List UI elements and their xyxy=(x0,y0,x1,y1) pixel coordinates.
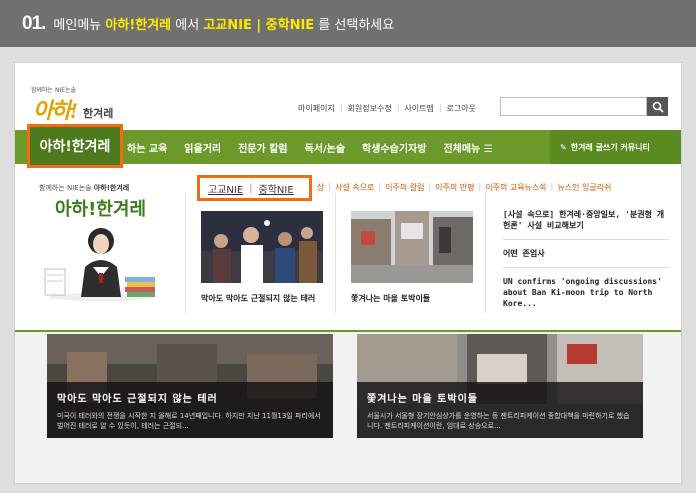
instruction-suffix: 를 선택하세요 xyxy=(314,18,395,33)
nav-item-essay[interactable]: 독서/논술 xyxy=(305,140,345,155)
community-button[interactable]: ✎ 한겨레 글쓰기 커뮤니티 xyxy=(550,130,681,164)
site-logo[interactable]: 함께하는 NIE논술 아하! 한겨레 xyxy=(31,85,141,125)
feature-description: 서울시가 서울형 장기안심상가를 운영하는 등 젠트리피케이션 종합대책을 마련… xyxy=(367,412,630,430)
main-nav: 아하!한겨레 하는 교육 읽을거리 전문가 칼럼 독서/논술 학생수습기자방 전… xyxy=(15,124,681,168)
headline-item[interactable]: 어떤 존엄사 xyxy=(503,248,669,268)
community-label: 한겨레 글쓰기 커뮤니티 xyxy=(570,142,650,152)
nav-item-column[interactable]: 전문가 칼럼 xyxy=(238,140,287,155)
feature-title: 쫓겨나는 마을 토박이들 xyxy=(367,394,478,405)
feature-overlay: 막아도 막아도 근절되지 않는 테러 미국이 테러와의 전쟁을 시작한 지 올해… xyxy=(47,382,333,438)
instruction-mid: 에서 xyxy=(171,18,204,33)
feature-card[interactable]: 막아도 막아도 근절되지 않는 테러 미국이 테러와의 전쟁을 시작한 지 올해… xyxy=(47,334,333,438)
step-number: 01. xyxy=(22,12,46,34)
feature-card[interactable]: 쫓겨나는 마을 토박이들 서울시가 서울형 장기안심상가를 운영하는 등 젠트리… xyxy=(357,334,643,438)
promo-title: 아하!한겨레 xyxy=(55,199,147,220)
search-bar xyxy=(500,97,668,116)
tab-partial[interactable]: 상 xyxy=(317,182,324,193)
highlight-box: 고교NIE | 중학NIE xyxy=(197,175,312,201)
tab-weekly-cartoon[interactable]: 이주의 만평 xyxy=(435,182,474,193)
util-sitemap[interactable]: 사이트맵 xyxy=(399,103,438,114)
nav-aha-hankyoreh[interactable]: 아하!한겨레 xyxy=(27,124,123,168)
article-thumbnail xyxy=(351,211,473,283)
feature-description: 미국이 테러와의 전쟁을 시작한 지 올해로 14년째입니다. 하지만 지난 1… xyxy=(57,412,321,430)
student-illustration xyxy=(41,223,161,301)
article-caption: 쫓겨나는 마을 토박이들 xyxy=(351,294,431,303)
promo-banner[interactable]: 함께하는 NIE논술 아하!한겨레 아하!한겨레 xyxy=(29,179,177,309)
tab-high-school-nie[interactable]: 고교NIE xyxy=(208,181,243,196)
instruction-header: 01. 메인메뉴 아하!한겨레 에서 고교NIE | 중학NIE 를 선택하세요 xyxy=(0,0,696,47)
column-divider xyxy=(185,193,186,313)
search-icon xyxy=(652,101,664,113)
util-mypage[interactable]: 마이페이지 xyxy=(293,103,340,114)
headline-list: [사설 속으로] 한겨레·중앙일보, '분권형 개헌론' 사설 비교해보기 어떤… xyxy=(503,209,669,325)
tab-weekly-column[interactable]: 이주의 칼럼 xyxy=(385,182,424,193)
instruction-prefix: 메인메뉴 xyxy=(53,18,106,33)
tab-news-english[interactable]: 뉴스인 잉글리쉬 xyxy=(557,182,611,193)
promo-line1: 함께하는 NIE논술 아하!한겨레 xyxy=(39,184,130,192)
article-caption: 막아도 막아도 근절되지 않는 테러 xyxy=(201,294,316,303)
column-divider xyxy=(485,193,486,313)
tab-education-news[interactable]: 이주의 교육뉴스쏙 xyxy=(485,182,546,193)
sub-tabs: 고교NIE | 중학NIE 상 | 사설 속으로 | 이주의 칼럼 | 이주의 만평 |… xyxy=(197,175,617,201)
instruction-target: 고교NIE | 중학NIE xyxy=(203,18,315,33)
pencil-icon: ✎ xyxy=(560,142,567,152)
headline-item[interactable]: [사설 속으로] 한겨레·중앙일보, '분권형 개헌론' 사설 비교해보기 xyxy=(503,209,669,240)
feature-title: 막아도 막아도 근절되지 않는 테러 xyxy=(57,394,218,405)
instruction-menu: 아하!한겨레 xyxy=(105,18,172,33)
tab-middle-school-nie[interactable]: 중학NIE xyxy=(259,181,294,196)
util-edit-profile[interactable]: 회원정보수정 xyxy=(343,103,397,114)
logo-brand: 한겨레 xyxy=(83,107,114,120)
util-logout[interactable]: 로그아웃 xyxy=(442,103,481,114)
nav-item-education[interactable]: 하는 교육 xyxy=(127,140,167,155)
article-card[interactable]: 쫓겨나는 마을 토박이들 xyxy=(351,211,473,304)
nav-item-all-menu[interactable]: 전체메뉴 ☰ xyxy=(443,140,492,155)
column-divider xyxy=(335,193,336,313)
logo-main: 아하! xyxy=(33,98,78,123)
feature-overlay: 쫓겨나는 마을 토박이들 서울시가 서울형 장기안심상가를 운영하는 등 젠트리… xyxy=(357,382,643,438)
tab-editorial[interactable]: 사설 속으로 xyxy=(335,182,374,193)
website-screenshot: 함께하는 NIE논술 아하! 한겨레 마이페이지 | 회원정보수정 | 사이트맵 | … xyxy=(14,62,682,484)
nav-item-student-reporter[interactable]: 학생수습기자방 xyxy=(362,140,426,155)
utility-links: 마이페이지 | 회원정보수정 | 사이트맵 | 로그아웃 xyxy=(293,103,481,114)
nav-item-reading[interactable]: 읽을거리 xyxy=(184,140,221,155)
article-card[interactable]: 막아도 막아도 근절되지 않는 테러 xyxy=(201,211,323,304)
article-thumbnail xyxy=(201,211,323,283)
search-button[interactable] xyxy=(647,97,668,116)
search-input[interactable] xyxy=(500,97,647,116)
headline-item[interactable]: UN confirms 'ongoing discussions' about … xyxy=(503,276,669,317)
